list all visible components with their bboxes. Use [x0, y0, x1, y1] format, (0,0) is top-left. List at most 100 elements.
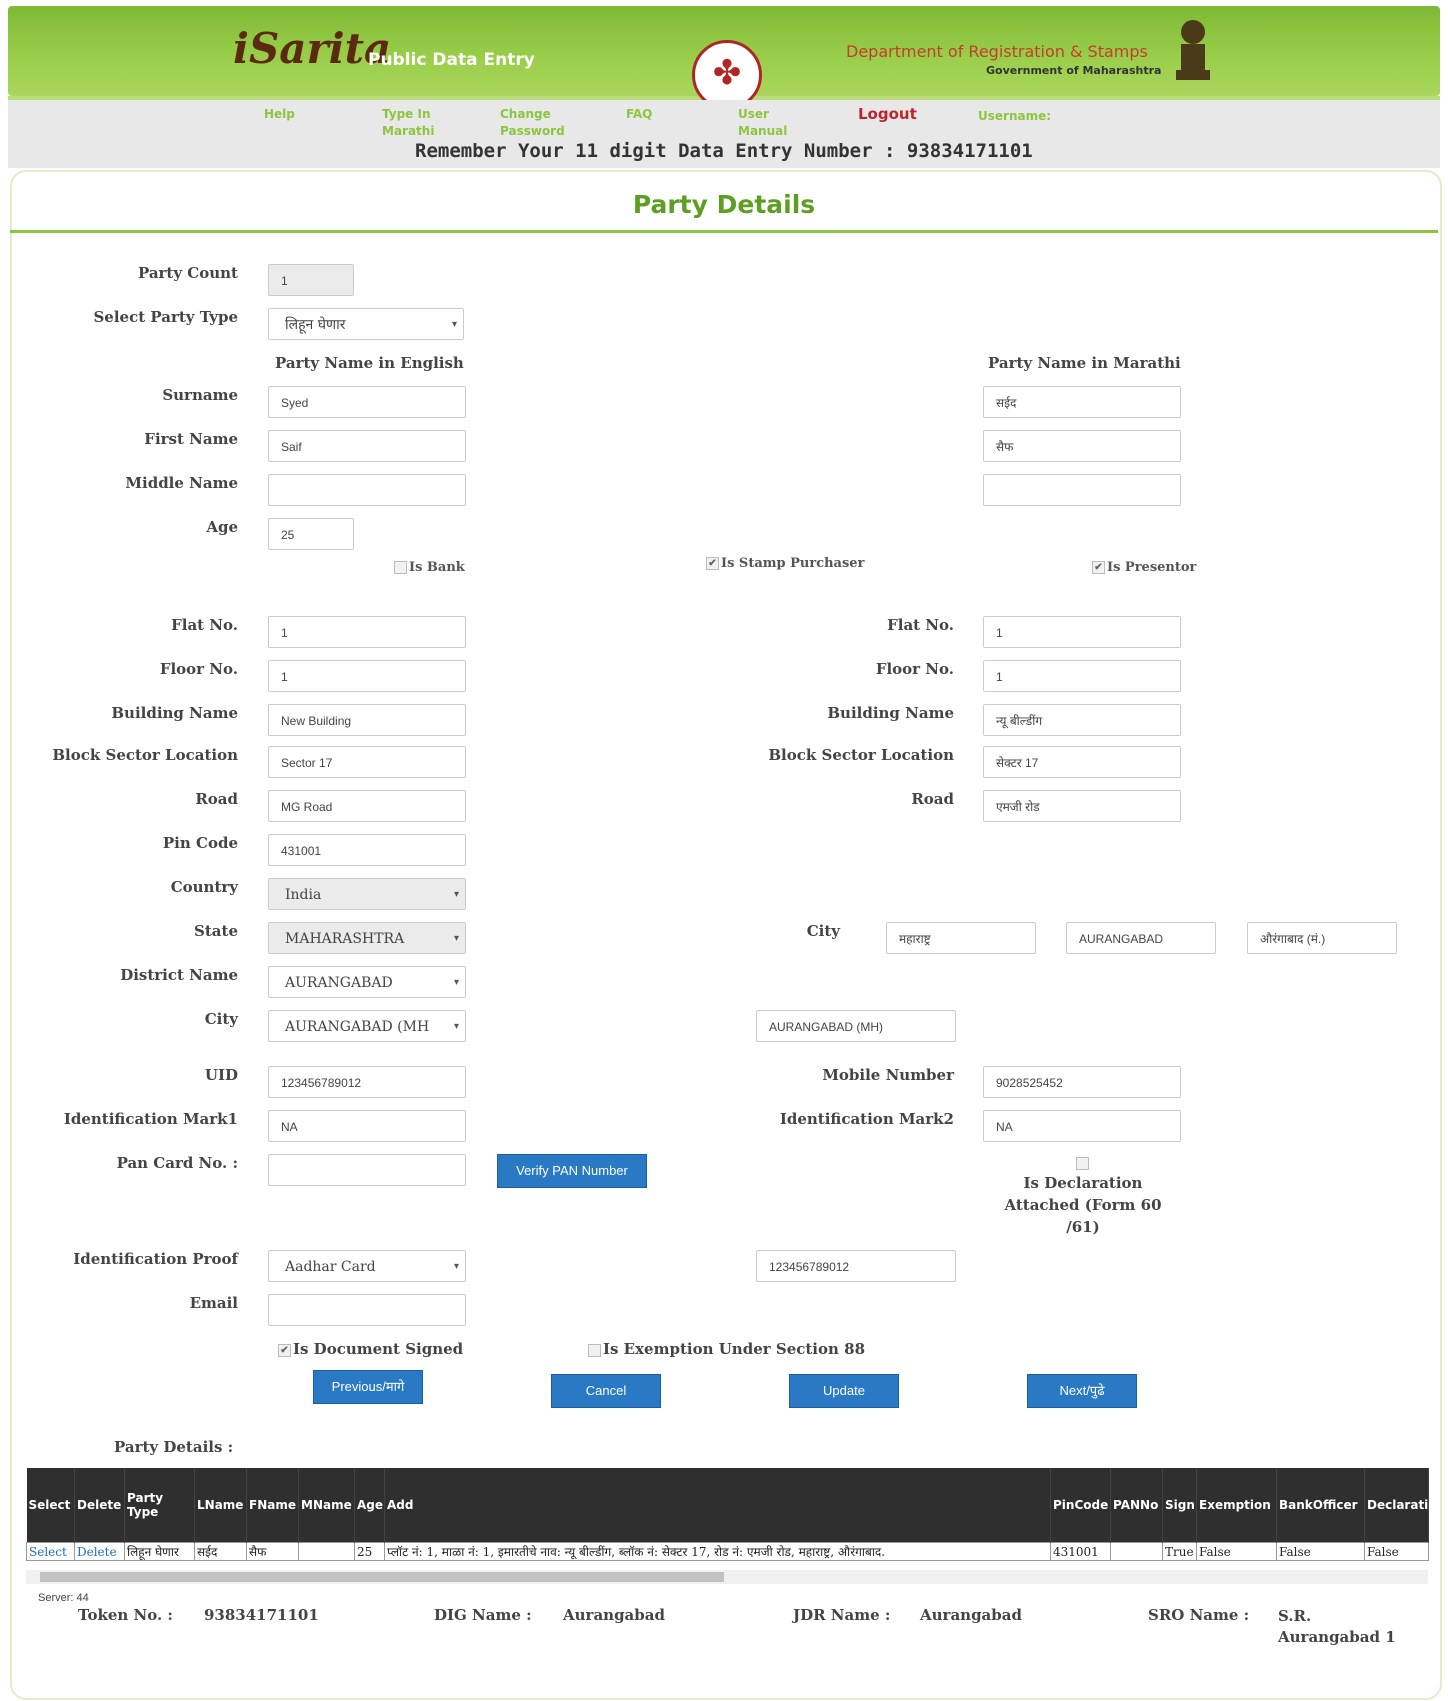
surname-label: Surname	[162, 386, 238, 404]
floor-marathi-input[interactable]: 1	[983, 660, 1181, 692]
jdr-label: JDR Name :	[793, 1606, 891, 1624]
col-delete: Delete	[74, 1468, 125, 1543]
is-exemption-checkbox[interactable]: Is Exemption Under Section 88	[588, 1340, 865, 1358]
middle-name-marathi-input[interactable]	[983, 474, 1181, 506]
cancel-button[interactable]: Cancel	[551, 1374, 661, 1408]
floor-label: Floor No.	[159, 660, 238, 678]
token-label: Token No. :	[78, 1606, 173, 1624]
checkbox-box	[394, 561, 407, 574]
party-type-label: Select Party Type	[93, 308, 238, 326]
sro-value: S.R. Aurangabad 1	[1278, 1607, 1396, 1646]
city-marathi-input[interactable]: औरंगाबाद (मं.)	[1247, 922, 1397, 954]
block-marathi-input[interactable]: सेक्टर 17	[983, 746, 1181, 778]
table-row: Select Delete लिहून घेणार सईद सैफ 25 प्ल…	[26, 1542, 1429, 1561]
update-button[interactable]: Update	[789, 1374, 899, 1408]
mobile-input[interactable]: 9028525452	[983, 1066, 1181, 1098]
country-select[interactable]: India	[268, 878, 466, 910]
road-english-input[interactable]: MG Road	[268, 790, 466, 822]
server-label: Server: 44	[38, 1592, 89, 1604]
party-count-field: 1	[268, 264, 354, 296]
email-label: Email	[189, 1294, 238, 1312]
floor-english-input[interactable]: 1	[268, 660, 466, 692]
previous-button[interactable]: Previous/मागे	[313, 1370, 423, 1404]
flat-english-input[interactable]: 1	[268, 616, 466, 648]
col-panno: PANNo	[1110, 1468, 1163, 1543]
checkbox-box: ✔	[706, 557, 719, 570]
scrollbar-thumb[interactable]	[40, 1572, 724, 1582]
first-name-english-input[interactable]: Saif	[268, 430, 466, 462]
flat-marathi-input[interactable]: 1	[983, 616, 1181, 648]
middle-name-english-input[interactable]	[268, 474, 466, 506]
email-input[interactable]	[268, 1294, 466, 1326]
cell-exemption: False	[1196, 1542, 1277, 1561]
nav-type-in-marathi[interactable]: Type In Marathi	[382, 106, 434, 140]
col-exemption: Exemption	[1196, 1468, 1277, 1543]
checkbox-box	[588, 1343, 601, 1357]
age-input[interactable]: 25	[268, 518, 354, 550]
pan-input[interactable]	[268, 1154, 466, 1186]
col-add: Add	[384, 1468, 1051, 1543]
first-name-label: First Name	[144, 430, 238, 448]
is-stamp-purchaser-checkbox[interactable]: ✔ Is Stamp Purchaser	[706, 556, 864, 571]
next-button[interactable]: Next/पुढे	[1027, 1374, 1137, 1408]
cell-lname: सईद	[194, 1542, 247, 1561]
col-age: Age	[354, 1468, 385, 1543]
nav-change-password[interactable]: Change Password	[500, 106, 565, 140]
identification-proof-select[interactable]: Aadhar Card	[268, 1250, 466, 1282]
select-row-link[interactable]: Select	[29, 1545, 67, 1559]
identification-mark1-input[interactable]: NA	[268, 1110, 466, 1142]
col-pincode: PinCode	[1050, 1468, 1111, 1543]
cell-pincode: 431001	[1050, 1542, 1111, 1561]
building-label: Building Name	[111, 704, 238, 722]
nav-faq[interactable]: FAQ	[626, 106, 652, 123]
flat-label: Flat No.	[171, 616, 238, 634]
building-marathi-input[interactable]: न्यू बील्डींग	[983, 704, 1181, 736]
state-label: State	[194, 922, 238, 940]
city-text-input[interactable]: AURANGABAD (MH)	[756, 1010, 956, 1042]
surname-english-input[interactable]: Syed	[268, 386, 466, 418]
department-name: Department of Registration & Stamps	[846, 42, 1148, 61]
first-name-marathi-input[interactable]: सैफ	[983, 430, 1181, 462]
road-marathi-label: Road	[911, 790, 954, 808]
delete-row-link[interactable]: Delete	[77, 1545, 117, 1559]
nav-logout[interactable]: Logout	[858, 106, 917, 123]
district-label: District Name	[120, 966, 238, 984]
identification-proof-number-input[interactable]: 123456789012	[756, 1250, 956, 1282]
city-right-label: City	[806, 922, 840, 940]
state-select[interactable]: MAHARASHTRA	[268, 922, 466, 954]
building-marathi-label: Building Name	[827, 704, 954, 722]
city-state-marathi-input[interactable]: महाराष्ट्र	[886, 922, 1036, 954]
col-select: Select	[26, 1468, 75, 1543]
city-select[interactable]: AURANGABAD (MH	[268, 1010, 466, 1042]
marathi-name-header: Party Name in Marathi	[988, 354, 1181, 372]
building-english-input[interactable]: New Building	[268, 704, 466, 736]
cell-sign: True	[1162, 1542, 1197, 1561]
ashoka-emblem-icon	[1176, 20, 1210, 80]
checkbox-box: ✔	[278, 1343, 291, 1357]
uid-input[interactable]: 123456789012	[268, 1066, 466, 1098]
party-type-select[interactable]: लिहून घेणार	[268, 308, 464, 340]
road-marathi-input[interactable]: एमजी रोड	[983, 790, 1181, 822]
block-english-input[interactable]: Sector 17	[268, 746, 466, 778]
nav-help[interactable]: Help	[264, 106, 295, 123]
nav-user-manual[interactable]: User Manual	[738, 106, 787, 140]
city-district-input[interactable]: AURANGABAD	[1066, 922, 1216, 954]
cell-age: 25	[354, 1542, 385, 1561]
col-bankofficer: BankOfficer	[1276, 1468, 1365, 1543]
data-entry-number-notice: Remember Your 11 digit Data Entry Number…	[415, 140, 1033, 162]
declaration-checkbox[interactable]	[1076, 1156, 1091, 1171]
is-presentor-checkbox[interactable]: ✔ Is Presentor	[1092, 560, 1196, 575]
verify-pan-button[interactable]: Verify PAN Number	[497, 1154, 647, 1188]
is-document-signed-checkbox[interactable]: ✔ Is Document Signed	[278, 1340, 463, 1358]
grid-horizontal-scrollbar[interactable]	[26, 1570, 1428, 1584]
identification-mark2-input[interactable]: NA	[983, 1110, 1181, 1142]
checkbox-box: ✔	[1092, 561, 1105, 574]
cell-address: प्लॉट नं: 1, माळा नं: 1, इमारतीचे नाव: न…	[384, 1542, 1051, 1561]
surname-marathi-input[interactable]: सईद	[983, 386, 1181, 418]
pin-input[interactable]: 431001	[268, 834, 466, 866]
app-name: Public Data Entry	[368, 50, 535, 70]
district-select[interactable]: AURANGABAD	[268, 966, 466, 998]
age-label: Age	[206, 518, 238, 536]
is-bank-checkbox[interactable]: Is Bank	[394, 560, 465, 575]
road-label: Road	[195, 790, 238, 808]
